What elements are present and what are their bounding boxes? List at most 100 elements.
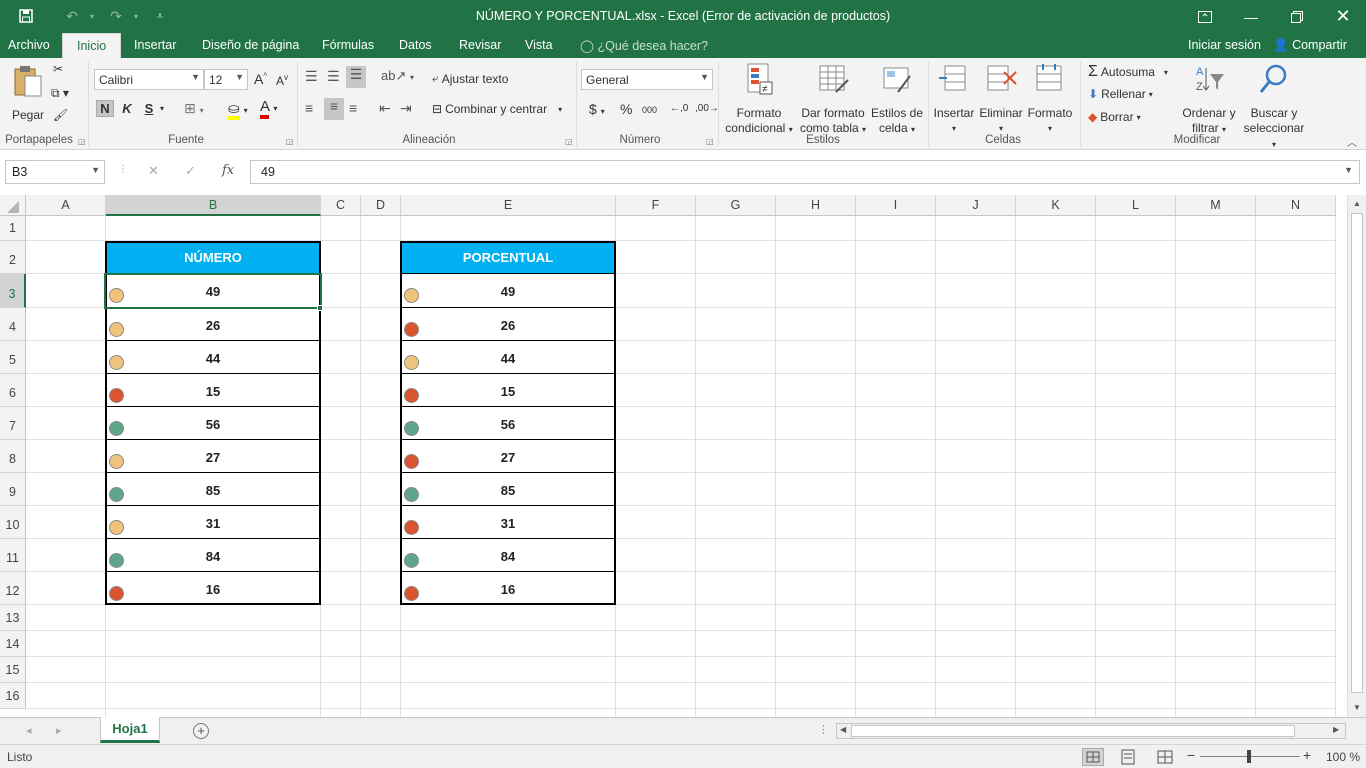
name-box[interactable]: B3 ▼ xyxy=(5,160,105,184)
increase-decimal-icon[interactable]: ←,0 xyxy=(670,103,688,114)
align-bottom-icon[interactable]: ☰ xyxy=(346,66,366,88)
currency-button[interactable]: $ ▾ xyxy=(589,101,605,117)
close-button[interactable]: ✕ xyxy=(1320,0,1366,33)
align-right-icon[interactable]: ≡ xyxy=(349,100,357,116)
numero-cell[interactable]: 85 xyxy=(105,473,321,506)
porcentual-header[interactable]: PORCENTUAL xyxy=(400,241,616,275)
column-header-m[interactable]: M xyxy=(1176,195,1256,216)
numero-cell[interactable]: 16 xyxy=(105,572,321,605)
font-name-select[interactable]: Calibri ▼ xyxy=(94,69,204,90)
normal-view-icon[interactable] xyxy=(1082,748,1104,766)
column-header-f[interactable]: F xyxy=(616,195,696,216)
column-header-n[interactable]: N xyxy=(1256,195,1336,216)
scroll-up-icon[interactable]: ▲ xyxy=(1353,199,1361,208)
align-top-icon[interactable]: ☰ xyxy=(305,68,318,85)
increase-indent-icon[interactable]: ⇥ xyxy=(400,100,412,117)
tell-me-box[interactable]: ◯ ¿Qué desea hacer? xyxy=(580,38,708,53)
page-layout-view-icon[interactable] xyxy=(1120,749,1136,768)
tab-inicio[interactable]: Inicio xyxy=(62,33,122,58)
increase-font-icon[interactable]: A^ xyxy=(254,71,267,87)
underline-button[interactable]: S xyxy=(140,101,158,116)
horizontal-scrollbar[interactable]: ◀ ▶ xyxy=(836,723,1346,739)
zoom-out-icon[interactable]: − xyxy=(1187,747,1195,763)
row-header-11[interactable]: 11 xyxy=(0,539,26,572)
collapse-ribbon-icon[interactable]: ︿ xyxy=(1347,134,1357,149)
column-header-j[interactable]: J xyxy=(936,195,1016,216)
row-header-9[interactable]: 9 xyxy=(0,473,26,506)
font-color-icon[interactable]: A ▾ xyxy=(260,98,277,119)
numero-cell[interactable]: 27 xyxy=(105,440,321,473)
sheet-tab-hoja1[interactable]: Hoja1 xyxy=(100,717,160,743)
number-format-select[interactable]: General ▼ xyxy=(581,69,713,90)
numero-cell[interactable]: 49 xyxy=(105,274,321,308)
row-header-6[interactable]: 6 xyxy=(0,374,26,407)
delete-cells-button[interactable]: Eliminar ▾ xyxy=(978,62,1024,136)
tab-revisar[interactable]: Revisar xyxy=(459,38,501,52)
row-header-14[interactable]: 14 xyxy=(0,631,26,657)
porcentual-cell[interactable]: 49 xyxy=(400,274,616,308)
column-header-a[interactable]: A xyxy=(26,195,106,216)
row-header-13[interactable]: 13 xyxy=(0,605,26,631)
copy-icon[interactable]: ⧉ ▾ xyxy=(51,86,69,101)
tab-diseno-pagina[interactable]: Diseño de página xyxy=(202,38,299,52)
bold-button[interactable]: N xyxy=(96,100,114,117)
insert-function-icon[interactable]: fx xyxy=(222,163,234,178)
numero-cell[interactable]: 44 xyxy=(105,341,321,374)
vertical-scroll-thumb[interactable] xyxy=(1351,213,1363,693)
numero-cell[interactable]: 84 xyxy=(105,539,321,572)
autosum-button[interactable]: Σ Autosuma ▾ xyxy=(1088,63,1168,81)
column-header-d[interactable]: D xyxy=(361,195,401,216)
porcentual-cell[interactable]: 44 xyxy=(400,341,616,374)
numero-header[interactable]: NÚMERO xyxy=(105,241,321,275)
tab-formulas[interactable]: Fórmulas xyxy=(322,38,374,52)
column-header-k[interactable]: K xyxy=(1016,195,1096,216)
formula-input[interactable]: 49 ▼ xyxy=(250,160,1360,184)
decrease-font-icon[interactable]: Av xyxy=(276,73,288,88)
row-header-4[interactable]: 4 xyxy=(0,308,26,341)
restore-button[interactable] xyxy=(1274,0,1320,33)
wrap-text-button[interactable]: ⤶ Ajustar texto xyxy=(432,71,508,86)
zoom-slider-thumb[interactable] xyxy=(1247,750,1251,763)
format-as-table-button[interactable]: Dar formato como tabla ▾ xyxy=(798,62,868,137)
select-all-button[interactable] xyxy=(0,195,26,216)
percent-button[interactable]: % xyxy=(620,101,632,117)
row-header-5[interactable]: 5 xyxy=(0,341,26,374)
thousands-button[interactable]: 000 xyxy=(642,105,657,115)
ribbon-display-icon[interactable] xyxy=(1182,0,1228,33)
row-header-10[interactable]: 10 xyxy=(0,506,26,539)
clear-button[interactable]: ◆ Borrar ▾ xyxy=(1088,110,1141,124)
horizontal-scroll-thumb[interactable] xyxy=(851,725,1295,737)
orientation-icon[interactable]: ab↗ ▾ xyxy=(381,68,414,84)
decrease-indent-icon[interactable]: ⇤ xyxy=(379,100,391,117)
porcentual-cell[interactable]: 84 xyxy=(400,539,616,572)
column-header-h[interactable]: H xyxy=(776,195,856,216)
underline-dropdown-icon[interactable]: ▾ xyxy=(160,104,164,113)
scroll-left-icon[interactable]: ◀ xyxy=(840,725,846,734)
porcentual-cell[interactable]: 16 xyxy=(400,572,616,605)
clipboard-launcher-icon[interactable]: ◲ xyxy=(78,137,86,146)
tab-insertar[interactable]: Insertar xyxy=(134,38,176,52)
sheet-next-icon[interactable]: ▸ xyxy=(56,724,62,737)
column-header-b[interactable]: B xyxy=(106,195,321,216)
tab-split-icon[interactable]: ⋮ xyxy=(818,723,829,736)
paste-button[interactable]: Pegar xyxy=(8,64,48,123)
row-header-3[interactable]: 3 xyxy=(0,274,26,308)
format-painter-icon[interactable]: 🖌 xyxy=(53,108,68,122)
cell-styles-button[interactable]: Estilos de celda ▾ xyxy=(870,62,924,137)
scroll-right-icon[interactable]: ▶ xyxy=(1333,725,1339,734)
sheet-prev-icon[interactable]: ◂ xyxy=(26,724,32,737)
row-header-12[interactable]: 12 xyxy=(0,572,26,605)
page-break-view-icon[interactable] xyxy=(1157,749,1173,768)
porcentual-cell[interactable]: 56 xyxy=(400,407,616,440)
number-launcher-icon[interactable]: ◲ xyxy=(706,137,714,146)
tab-datos[interactable]: Datos xyxy=(399,38,432,52)
decrease-decimal-icon[interactable]: ,00→ xyxy=(695,103,719,114)
cancel-icon[interactable]: ✕ xyxy=(148,163,159,179)
row-header-15[interactable]: 15 xyxy=(0,657,26,683)
zoom-level[interactable]: 100 % xyxy=(1326,750,1360,764)
enter-icon[interactable]: ✓ xyxy=(185,163,196,179)
scroll-down-icon[interactable]: ▼ xyxy=(1353,703,1361,712)
column-header-i[interactable]: I xyxy=(856,195,936,216)
align-center-icon[interactable]: ≡ xyxy=(324,98,344,120)
alignment-launcher-icon[interactable]: ◲ xyxy=(565,137,573,146)
